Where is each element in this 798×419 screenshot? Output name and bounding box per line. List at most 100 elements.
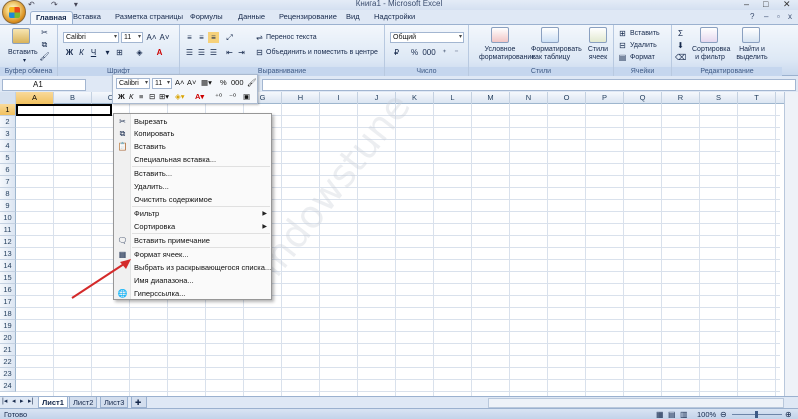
thousands-button[interactable]: 000 <box>421 47 437 58</box>
ribbon-close-icon[interactable]: x <box>788 12 792 21</box>
align-right-icon[interactable]: ☰ <box>208 47 219 58</box>
column-header[interactable]: O <box>548 92 586 104</box>
decrease-indent-icon[interactable]: ⇤ <box>224 47 235 58</box>
delete-cells-button[interactable]: Удалить <box>630 42 657 50</box>
wrap-text-button[interactable]: Перенос текста <box>266 34 317 42</box>
ribbon-restore-icon[interactable]: ▫ <box>777 12 780 21</box>
align-middle-icon[interactable]: ≡ <box>196 32 207 43</box>
orientation-icon[interactable]: ⤢ <box>224 32 235 43</box>
active-cell[interactable] <box>16 104 112 116</box>
tab-review[interactable]: Рецензирование <box>274 11 342 24</box>
shrink-font-icon[interactable]: A˅ <box>159 32 170 43</box>
column-header[interactable]: P <box>586 92 624 104</box>
italic-button[interactable]: К <box>76 47 87 58</box>
align-center-icon[interactable]: ≡ <box>139 92 143 101</box>
horizontal-scrollbar[interactable] <box>488 398 784 408</box>
underline-button[interactable]: Ч <box>88 47 99 58</box>
grow-font-icon[interactable]: A˄ <box>175 78 184 87</box>
row-header[interactable]: 13 <box>0 248 16 260</box>
increase-decimal-icon[interactable]: ⁺ <box>439 47 450 58</box>
tab-insert[interactable]: Вставка <box>68 11 106 24</box>
merge-center-button[interactable]: Объединить и поместить в центре <box>266 49 378 57</box>
row-header[interactable]: 17 <box>0 296 16 308</box>
increase-decimal-icon[interactable]: ⁺⁰ <box>215 92 222 101</box>
fill-color-icon[interactable]: ◈ <box>134 47 145 58</box>
align-bottom-icon[interactable]: ≡ <box>208 32 219 43</box>
merge-center-icon[interactable]: ⊟ <box>254 47 265 58</box>
format-painter-icon[interactable]: 🖌 <box>39 51 50 62</box>
row-header[interactable]: 9 <box>0 200 16 212</box>
vertical-scrollbar[interactable] <box>784 92 798 396</box>
cut-icon[interactable]: ✂ <box>39 27 50 38</box>
font-name-combo[interactable]: Calibri ▾ <box>63 32 119 43</box>
sort-filter-icon[interactable] <box>700 27 718 43</box>
row-header[interactable]: 4 <box>0 140 16 152</box>
formula-input[interactable] <box>262 79 796 91</box>
sheet-tab-1[interactable]: Лист1 <box>38 397 68 408</box>
column-header[interactable]: S <box>700 92 738 104</box>
zoom-slider-thumb[interactable] <box>755 411 758 418</box>
page-break-view-icon[interactable]: ▥ <box>680 409 688 419</box>
context-menu-item[interactable]: Вырезать <box>132 116 271 128</box>
row-header[interactable]: 21 <box>0 344 16 356</box>
row-header[interactable]: 5 <box>0 152 16 164</box>
row-header[interactable]: 14 <box>0 260 16 272</box>
context-menu-item[interactable]: Формат ячеек... <box>132 249 271 261</box>
row-header[interactable]: 12 <box>0 236 16 248</box>
context-menu-item[interactable]: Очистить содержимое <box>132 194 271 206</box>
font-color-icon[interactable]: A <box>154 47 165 58</box>
zoom-in-icon[interactable]: ⊕ <box>785 409 792 419</box>
row-header[interactable]: 22 <box>0 356 16 368</box>
paste-dropdown-icon[interactable]: ▾ <box>23 57 26 65</box>
context-menu-item[interactable]: Имя диапазона... <box>132 275 271 287</box>
delete-cells-icon[interactable]: ⊟ <box>617 40 628 51</box>
column-header[interactable]: M <box>472 92 510 104</box>
context-menu-item[interactable]: Выбрать из раскрывающегося списка... <box>132 262 271 274</box>
column-header[interactable]: T <box>738 92 776 104</box>
column-header[interactable]: Q <box>624 92 662 104</box>
format-painter-icon[interactable]: 🖌 <box>247 78 257 87</box>
percent-button[interactable]: % <box>409 47 420 58</box>
row-header[interactable]: 15 <box>0 272 16 284</box>
decrease-decimal-icon[interactable]: ⁻⁰ <box>229 92 236 101</box>
minimize-icon[interactable]: – <box>744 0 749 9</box>
sort-filter-button[interactable]: Сортировка и фильтр <box>692 46 730 62</box>
fill-icon[interactable]: ⬇ <box>675 40 686 51</box>
column-header[interactable]: J <box>358 92 396 104</box>
tab-view[interactable]: Вид <box>341 11 365 24</box>
find-select-icon[interactable] <box>742 27 760 43</box>
row-header[interactable]: 11 <box>0 224 16 236</box>
format-cells-button[interactable]: Формат <box>630 54 655 62</box>
row-header[interactable]: 23 <box>0 368 16 380</box>
align-left-icon[interactable]: ☰ <box>184 47 195 58</box>
undo-icon[interactable]: ↶ <box>28 0 35 9</box>
name-box[interactable]: A1 <box>2 79 86 91</box>
column-header[interactable]: H <box>282 92 320 104</box>
context-menu-item[interactable]: Сортировка ▶ <box>132 221 271 233</box>
column-header[interactable]: K <box>396 92 434 104</box>
conditional-formatting-button[interactable]: Условное форматирование <box>479 46 535 62</box>
context-menu-item[interactable]: Вставить <box>132 141 271 153</box>
borders-icon[interactable]: ⊞ <box>114 47 125 58</box>
sheet-tab-3[interactable]: Лист3 <box>100 397 129 408</box>
context-menu-item[interactable]: Фильтр ▶ <box>132 208 271 220</box>
context-menu-item[interactable]: Вставить... <box>132 168 271 180</box>
currency-format-icon[interactable]: ₽ <box>391 47 402 58</box>
cell-styles-button[interactable]: Стили ячеек <box>585 46 611 62</box>
ribbon-minimize-icon[interactable]: – <box>764 12 768 21</box>
copy-icon[interactable]: ⧉ <box>39 39 50 50</box>
select-all-button[interactable] <box>0 92 16 104</box>
mini-italic-button[interactable]: К <box>129 92 133 101</box>
bold-button[interactable]: Ж <box>64 47 75 58</box>
maximize-icon[interactable]: □ <box>763 0 768 9</box>
column-header[interactable]: I <box>320 92 358 104</box>
row-header[interactable]: 3 <box>0 128 16 140</box>
font-color-icon[interactable]: A▾ <box>195 92 204 101</box>
row-header[interactable]: 24 <box>0 380 16 392</box>
tab-formulas[interactable]: Формулы <box>185 11 228 24</box>
underline-dropdown-icon[interactable]: ▾ <box>102 47 113 58</box>
mini-bold-button[interactable]: Ж <box>118 92 125 101</box>
tab-page-layout[interactable]: Разметка страницы <box>110 11 188 24</box>
context-menu-item[interactable]: Гиперссылка... <box>132 288 271 300</box>
insert-cells-button[interactable]: Вставить <box>630 30 660 38</box>
